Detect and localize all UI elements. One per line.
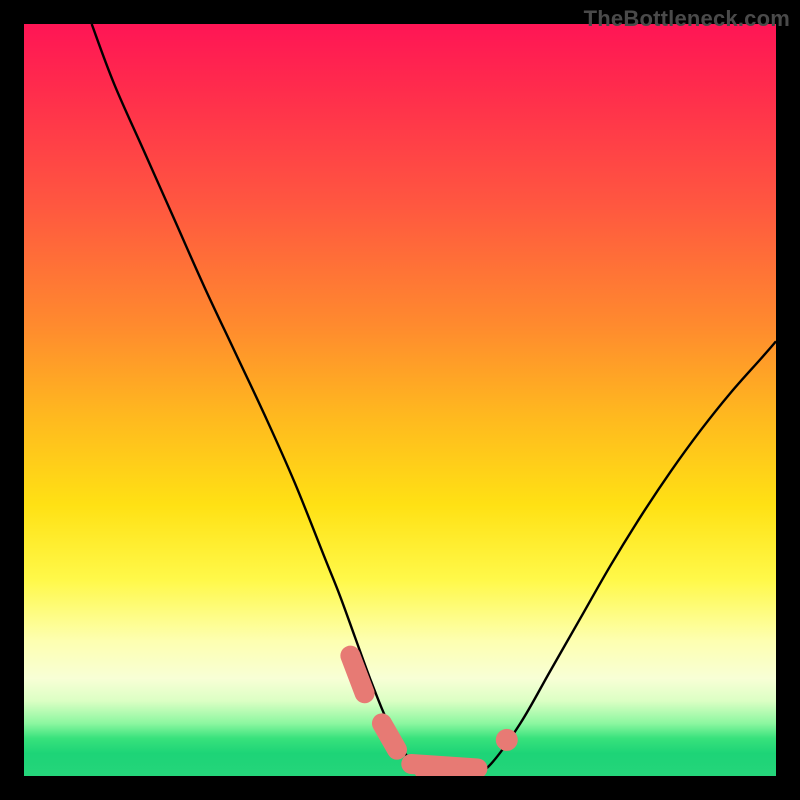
valley-marker-segment [382, 723, 397, 749]
curve-path [92, 24, 776, 774]
bottleneck-curve [92, 24, 776, 774]
watermark-text: TheBottleneck.com [584, 6, 790, 32]
chart-frame: TheBottleneck.com [0, 0, 800, 800]
valley-marker-segment [350, 656, 364, 694]
valley-markers [350, 656, 517, 776]
curve-layer [24, 24, 776, 776]
valley-marker-dot [496, 729, 518, 751]
